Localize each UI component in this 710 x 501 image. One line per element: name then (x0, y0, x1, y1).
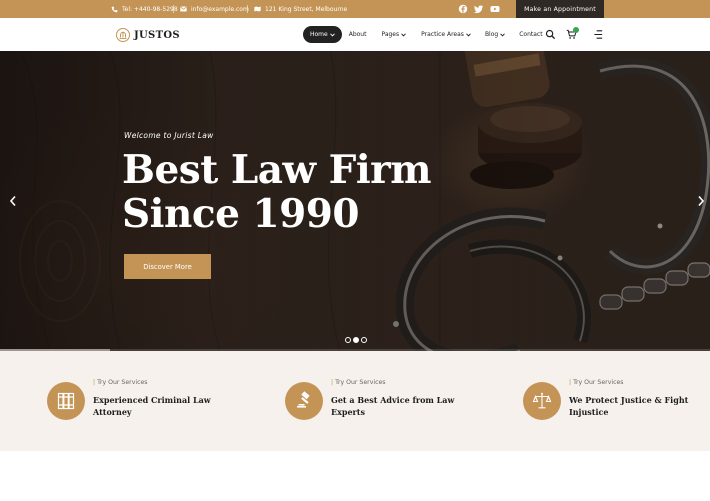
logo-icon (116, 28, 130, 42)
service-tag: | Try Our Services (569, 379, 624, 386)
mail-icon (180, 6, 187, 12)
slider-dot[interactable] (361, 337, 367, 343)
hero-slider: Welcome to Jurist Law Best Law Firm Sinc… (0, 51, 710, 351)
discover-more-button[interactable]: Discover More (124, 254, 211, 279)
logo-text: JUSTOS (134, 29, 180, 41)
slider-dots (345, 337, 369, 343)
divider (173, 5, 174, 13)
service-item[interactable]: | Try Our Services Experienced Criminal L… (47, 351, 247, 451)
nav-item-practice-areas[interactable]: Practice Areas (421, 26, 471, 43)
top-bar: Tel: +440-98-5298 info@example.com 121 K… (0, 0, 710, 18)
nav-item-blog[interactable]: Blog (484, 26, 506, 43)
topbar-phone[interactable]: Tel: +440-98-5298 (111, 0, 178, 18)
service-tag: | Try Our Services (93, 379, 148, 386)
gavel-icon (297, 391, 310, 408)
chevron-down-icon (401, 33, 406, 36)
services-strip: | Try Our Services Experienced Criminal L… (0, 351, 710, 451)
map-icon (254, 6, 261, 12)
address-text: 121 King Street, Melbourne (265, 5, 348, 13)
email-text: info@example.com (191, 5, 249, 13)
divider (247, 5, 248, 13)
service-title: We Protect Justice & Fight Injustice (569, 395, 689, 417)
nav-item-label: Contact (519, 31, 543, 38)
service-title: Experienced Criminal Law Attorney (93, 395, 211, 417)
cart-count-badge (573, 27, 579, 33)
facebook-icon[interactable] (458, 4, 468, 14)
topbar-address[interactable]: 121 King Street, Melbourne (254, 0, 347, 18)
nav-item-contact[interactable]: Contact (519, 26, 542, 43)
law-books-icon (57, 392, 75, 410)
service-tag: | Try Our Services (331, 379, 386, 386)
make-appointment-button[interactable]: Make an Appointment (516, 0, 604, 18)
nav-item-home[interactable]: Home (303, 26, 342, 43)
menu-icon[interactable] (593, 29, 604, 40)
slider-dot[interactable] (345, 337, 351, 343)
logo[interactable]: JUSTOS (116, 27, 180, 43)
main-nav: Home About Pages Practice Areas Blog Con… (303, 26, 543, 43)
twitter-icon[interactable] (474, 4, 484, 14)
chevron-left-icon[interactable] (8, 195, 18, 207)
service-icon-circle (285, 382, 323, 420)
topbar-email[interactable]: info@example.com (180, 0, 249, 18)
chevron-down-icon (329, 33, 335, 36)
service-item[interactable]: | Try Our Services Get a Best Advice from… (285, 351, 485, 451)
service-title: Get a Best Advice from Law Experts (331, 395, 455, 417)
nav-item-label: Blog (484, 31, 499, 38)
youtube-icon[interactable] (490, 4, 500, 14)
search-icon[interactable] (545, 29, 556, 40)
hero-title-line: Best Law Firm (122, 147, 432, 193)
hero-title-line: Since 1990 (122, 191, 360, 237)
service-icon-circle (47, 382, 85, 420)
main-header: JUSTOS Home About Pages Practice Areas B… (0, 18, 710, 51)
phone-icon (111, 6, 118, 12)
nav-item-about[interactable]: About (349, 26, 367, 43)
scales-icon (532, 392, 552, 409)
nav-item-label: Pages (381, 31, 400, 38)
nav-item-label: Home (310, 31, 328, 38)
slider-dot[interactable] (353, 337, 359, 343)
chevron-down-icon (466, 33, 471, 36)
nav-item-pages[interactable]: Pages (381, 26, 406, 43)
nav-item-label: Practice Areas (421, 31, 464, 38)
nav-item-label: About (348, 31, 367, 38)
phone-text: Tel: +440-98-5298 (122, 5, 178, 13)
service-icon-circle (523, 382, 561, 420)
hero-subtitle: Welcome to Jurist Law (124, 131, 214, 140)
hero-title: Best Law Firm Since 1990 (122, 148, 462, 236)
chevron-right-icon[interactable] (696, 195, 706, 207)
service-item[interactable]: | Try Our Services We Protect Justice & F… (523, 351, 703, 451)
chevron-down-icon (500, 33, 506, 36)
